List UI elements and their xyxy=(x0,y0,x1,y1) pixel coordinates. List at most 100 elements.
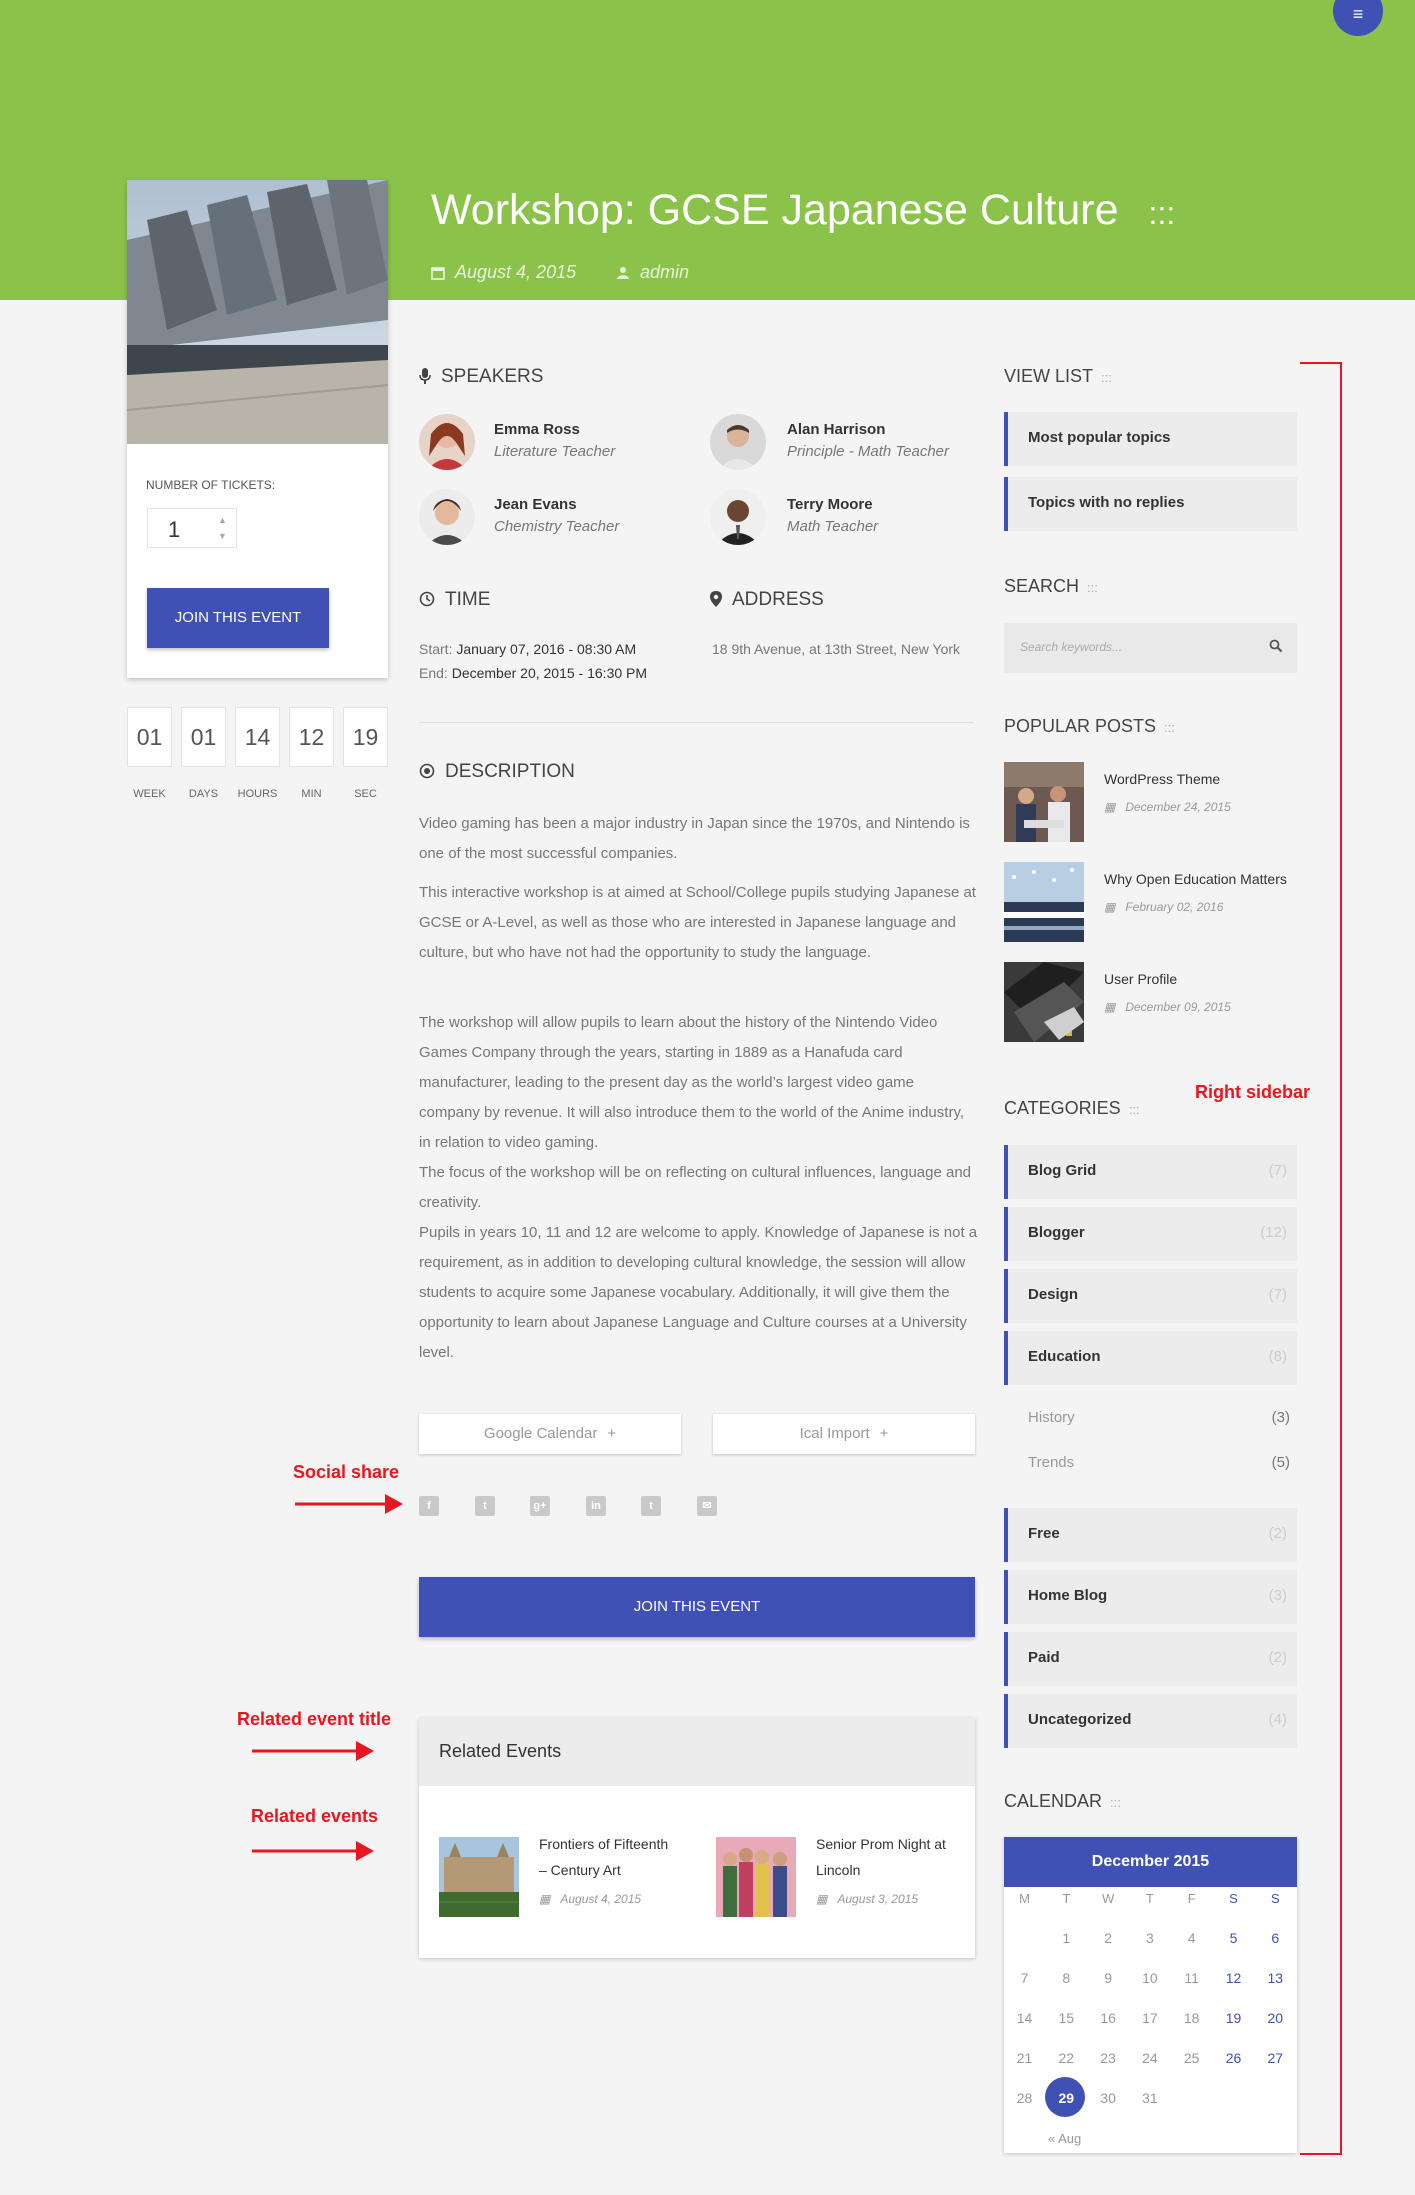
calendar-day[interactable]: 19 xyxy=(1213,2010,1254,2026)
category-item[interactable]: Home Blog (3) xyxy=(1004,1570,1297,1624)
speaker-avatar[interactable] xyxy=(419,414,475,470)
calendar-day[interactable]: 25 xyxy=(1171,2050,1212,2066)
annotation-related-title: Related event title xyxy=(237,1709,392,1729)
calendar-icon: ▦ xyxy=(1104,900,1116,914)
subcategory-item[interactable]: Trends (5) xyxy=(1028,1454,1290,1471)
popular-post-thumbnail[interactable] xyxy=(1004,962,1084,1042)
calendar-day[interactable]: 22 xyxy=(1046,2050,1087,2066)
annotation-bracket xyxy=(1300,362,1342,2155)
time-heading: TIME xyxy=(419,589,490,611)
speaker-role: Math Teacher xyxy=(787,518,879,535)
popular-post-title[interactable]: Why Open Education Matters xyxy=(1104,871,1287,887)
countdown-label: SEC xyxy=(354,788,377,800)
calendar-day[interactable]: 11 xyxy=(1171,1970,1212,1986)
speaker-name[interactable]: Alan Harrison xyxy=(787,421,885,438)
speaker-role: Principle - Math Teacher xyxy=(787,443,950,460)
calendar-day[interactable]: 6 xyxy=(1255,1930,1296,1946)
speaker-name[interactable]: Emma Ross xyxy=(494,421,580,438)
calendar-day[interactable]: 3 xyxy=(1129,1930,1170,1946)
calendar-day[interactable]: 7 xyxy=(1004,1970,1045,1986)
speaker-avatar[interactable] xyxy=(710,489,766,545)
calendar-day[interactable]: 24 xyxy=(1129,2050,1170,2066)
speaker-name[interactable]: Jean Evans xyxy=(494,496,577,513)
calendar-day[interactable]: 30 xyxy=(1088,2090,1129,2106)
calendar-day[interactable]: 21 xyxy=(1004,2050,1045,2066)
event-image xyxy=(127,180,388,444)
related-event-name[interactable]: Frontiers of Fifteenth – Century Art xyxy=(539,1831,679,1883)
related-event-thumbnail[interactable] xyxy=(439,1837,519,1917)
popular-post-thumbnail[interactable] xyxy=(1004,762,1084,842)
popular-post-title[interactable]: WordPress Theme xyxy=(1104,771,1220,787)
category-item[interactable]: Design (7) xyxy=(1004,1269,1297,1323)
related-event-thumbnail[interactable] xyxy=(716,1837,796,1917)
calendar-day[interactable]: 10 xyxy=(1129,1970,1170,1986)
ticket-card: NUMBER OF TICKETS: 1 ▲ ▼ JOIN THIS EVENT xyxy=(127,180,388,678)
category-item[interactable]: Blog Grid (7) xyxy=(1004,1145,1297,1199)
decrement-icon[interactable]: ▼ xyxy=(218,531,227,541)
popular-post-title[interactable]: User Profile xyxy=(1104,971,1177,987)
search-input[interactable]: Search keywords... xyxy=(1004,623,1297,673)
view-list-item[interactable]: Most popular topics xyxy=(1004,412,1297,466)
calendar-day[interactable]: 12 xyxy=(1213,1970,1254,1986)
calendar-day[interactable]: 4 xyxy=(1171,1930,1212,1946)
calendar-day[interactable]: 13 xyxy=(1255,1970,1296,1986)
calendar-day[interactable]: 5 xyxy=(1213,1930,1254,1946)
facebook-icon[interactable]: f xyxy=(419,1496,439,1516)
event-author[interactable]: admin xyxy=(616,262,689,283)
ical-import-button[interactable]: Ical Import + xyxy=(713,1414,975,1454)
speaker-avatar[interactable] xyxy=(710,414,766,470)
countdown-label: HOURS xyxy=(237,788,278,800)
quantity-value: 1 xyxy=(168,517,181,542)
google-calendar-button[interactable]: Google Calendar + xyxy=(419,1414,681,1454)
calendar-weekday: T xyxy=(1145,1891,1154,1906)
annotation-social-share: Social share xyxy=(293,1462,400,1482)
view-list-item[interactable]: Topics with no replies xyxy=(1004,477,1297,531)
calendar-day[interactable]: 26 xyxy=(1213,2050,1254,2066)
annotation-arrow-icon xyxy=(252,1841,374,1861)
countdown-label: WEEK xyxy=(133,788,166,800)
category-item[interactable]: Blogger (12) xyxy=(1004,1207,1297,1261)
calendar-day[interactable]: 20 xyxy=(1255,2010,1296,2026)
join-event-button[interactable]: JOIN THIS EVENT xyxy=(147,588,329,648)
calendar-day[interactable]: 23 xyxy=(1088,2050,1129,2066)
tumblr-icon[interactable]: t xyxy=(641,1496,661,1516)
category-item[interactable]: Education (8) xyxy=(1004,1331,1297,1385)
calendar-weekday: W xyxy=(1101,1891,1115,1906)
calendar-day[interactable]: 15 xyxy=(1046,2010,1087,2026)
speaker-role: Literature Teacher xyxy=(494,443,616,460)
ticket-quantity-input[interactable]: 1 ▲ ▼ xyxy=(147,508,237,548)
increment-icon[interactable]: ▲ xyxy=(218,515,227,525)
category-item[interactable]: Uncategorized (4) xyxy=(1004,1694,1297,1748)
email-icon[interactable]: ✉ xyxy=(697,1496,717,1516)
related-event-name[interactable]: Senior Prom Night at Lincoln xyxy=(816,1831,956,1883)
calendar-prev-link[interactable]: « Aug xyxy=(1048,2131,1081,2146)
google-plus-icon[interactable]: g+ xyxy=(530,1496,550,1516)
calendar-day[interactable]: 8 xyxy=(1046,1970,1087,1986)
subcategory-item[interactable]: History (3) xyxy=(1028,1409,1290,1426)
calendar-day[interactable]: 31 xyxy=(1129,2090,1170,2106)
search-icon[interactable] xyxy=(1269,639,1283,653)
calendar-day[interactable]: 18 xyxy=(1171,2010,1212,2026)
join-event-button[interactable]: JOIN THIS EVENT xyxy=(419,1577,975,1637)
category-item[interactable]: Paid (2) xyxy=(1004,1632,1297,1686)
title-dots: ::: xyxy=(1148,195,1176,231)
popular-post-thumbnail[interactable] xyxy=(1004,862,1084,942)
calendar-day[interactable]: 17 xyxy=(1129,2010,1170,2026)
calendar-day[interactable]: 14 xyxy=(1004,2010,1045,2026)
category-item[interactable]: Free (2) xyxy=(1004,1508,1297,1562)
address-heading: ADDRESS xyxy=(710,589,824,611)
linkedin-icon[interactable]: in xyxy=(586,1496,606,1516)
calendar-day-today[interactable]: 29 xyxy=(1046,2090,1087,2106)
calendar-day[interactable]: 2 xyxy=(1088,1930,1129,1946)
event-title: Workshop: GCSE Japanese Culture::: xyxy=(431,186,1176,234)
calendar-day[interactable]: 16 xyxy=(1088,2010,1129,2026)
calendar-day[interactable]: 9 xyxy=(1088,1970,1129,1986)
speaker-avatar[interactable] xyxy=(419,489,475,545)
divider xyxy=(419,722,974,723)
calendar-day[interactable]: 28 xyxy=(1004,2090,1045,2106)
calendar-icon: ▦ xyxy=(816,1892,828,1906)
twitter-icon[interactable]: t xyxy=(475,1496,495,1516)
speaker-name[interactable]: Terry Moore xyxy=(787,496,873,513)
calendar-day[interactable]: 1 xyxy=(1046,1930,1087,1946)
calendar-day[interactable]: 27 xyxy=(1255,2050,1296,2066)
